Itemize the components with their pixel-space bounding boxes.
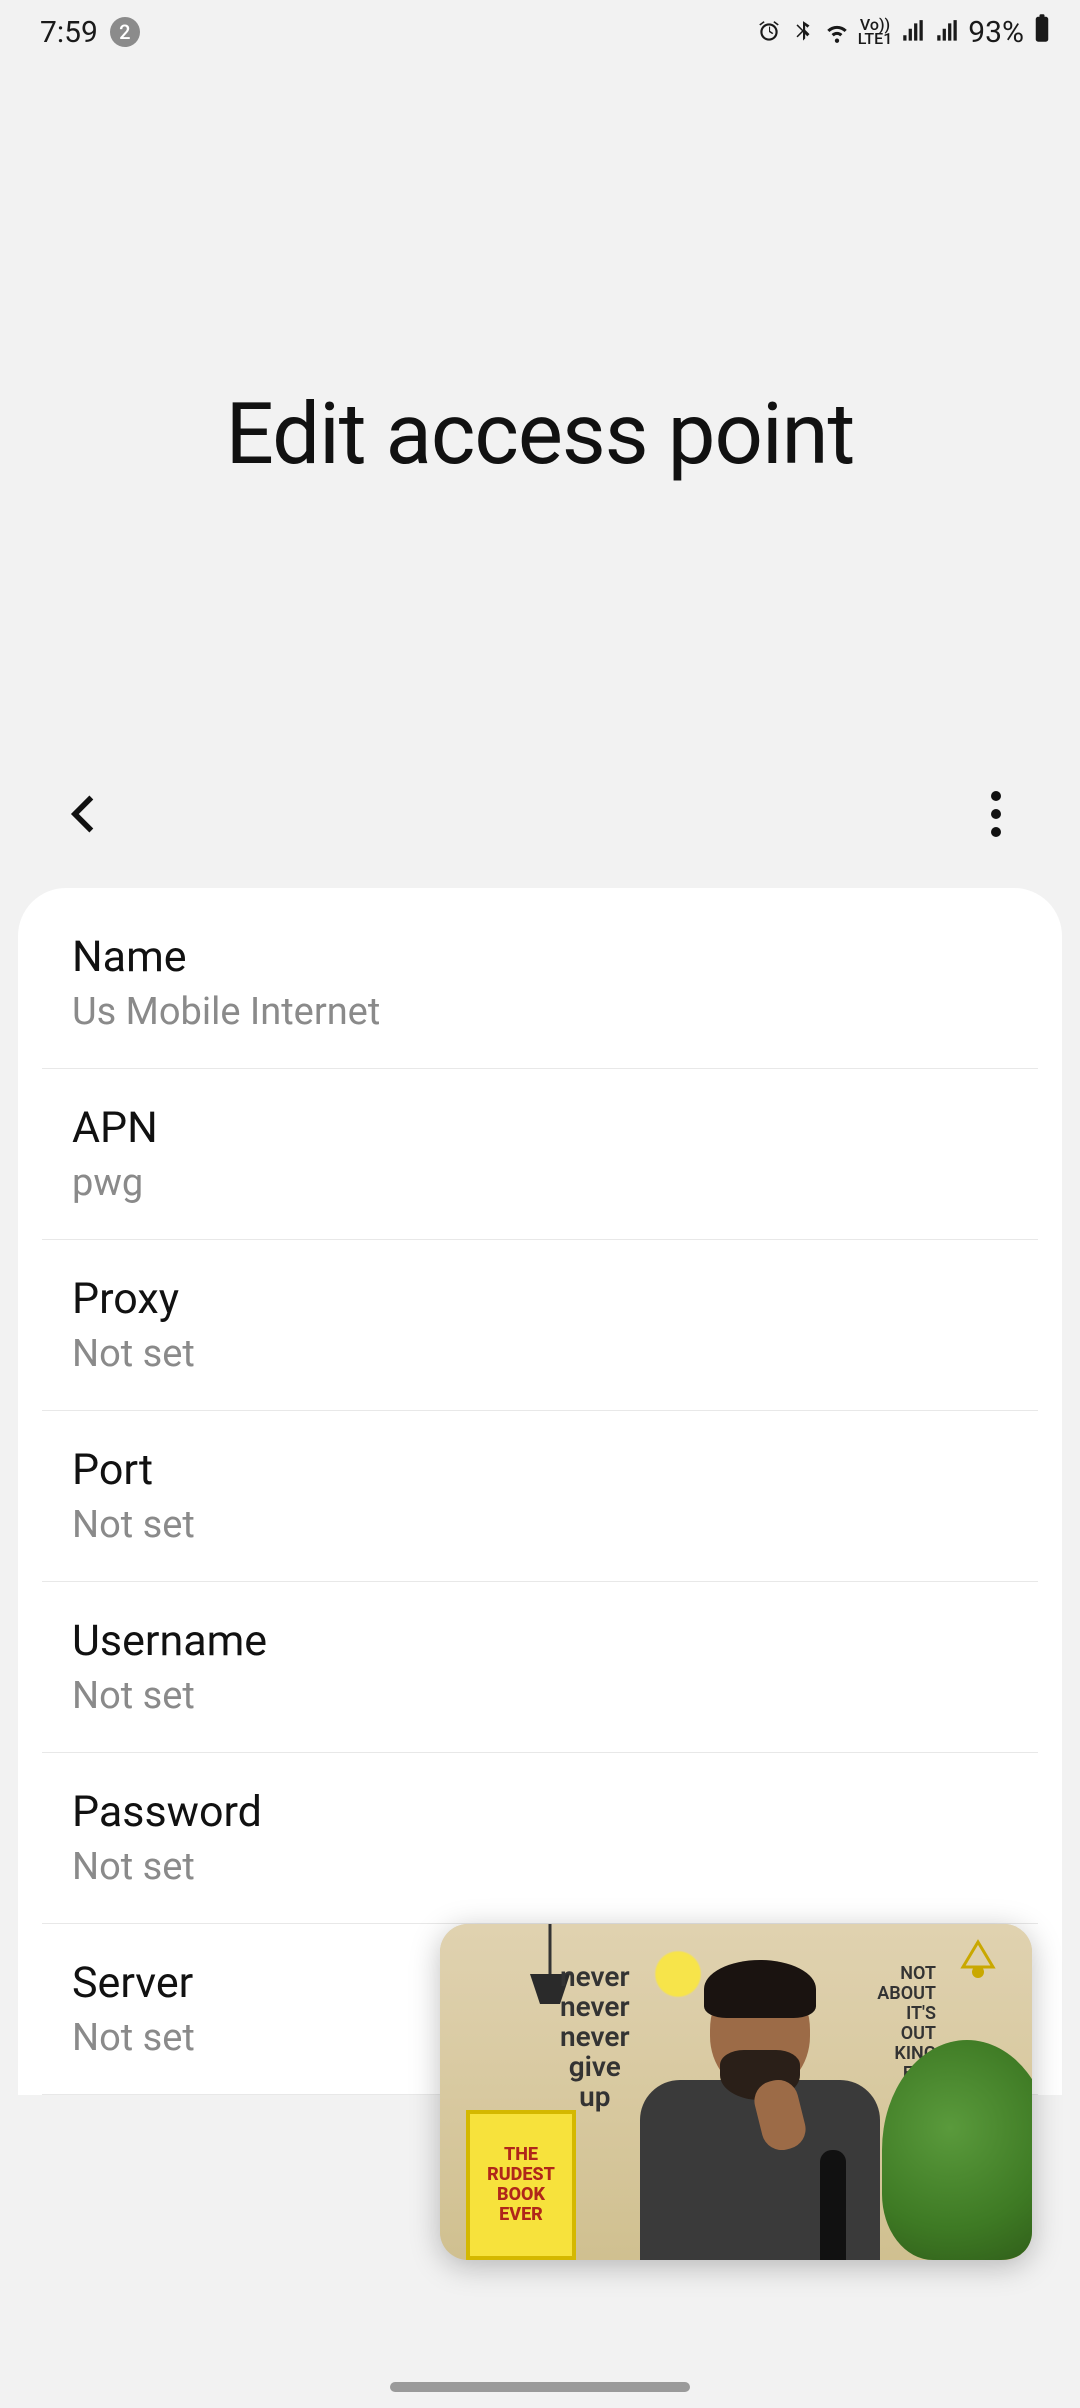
status-bar-left: 7:59 2 (40, 15, 140, 50)
setting-row-username[interactable]: Username Not set (42, 1582, 1038, 1753)
lightbulb-icon (948, 1932, 1008, 1996)
pip-video-content: never never never give up NOT ABOUT IT'S… (440, 1924, 1032, 2260)
setting-value: Not set (72, 1674, 1008, 1718)
volte-indicator: Vo)) LTE1 (858, 18, 893, 46)
back-button[interactable] (48, 778, 120, 850)
person-figure (620, 1960, 900, 2260)
setting-row-name[interactable]: Name Us Mobile Internet (42, 888, 1038, 1069)
notification-count-badge: 2 (110, 17, 140, 47)
setting-label: APN (72, 1103, 1008, 1153)
setting-value: pwg (72, 1161, 1008, 1205)
navigation-handle[interactable] (390, 2382, 690, 2392)
more-vertical-icon (990, 790, 1002, 838)
book-cover: THE RUDEST BOOK EVER (466, 2110, 576, 2260)
more-options-button[interactable] (960, 778, 1032, 850)
setting-row-port[interactable]: Port Not set (42, 1411, 1038, 1582)
wifi-icon (824, 19, 850, 45)
setting-value: Not set (72, 1332, 1008, 1376)
battery-icon (1032, 13, 1052, 51)
toolbar (0, 764, 1080, 864)
microphone-icon (820, 2150, 846, 2260)
setting-label: Password (72, 1787, 1008, 1837)
setting-label: Proxy (72, 1274, 1008, 1324)
signal-icon-2 (934, 19, 960, 45)
setting-row-apn[interactable]: APN pwg (42, 1069, 1038, 1240)
setting-row-proxy[interactable]: Proxy Not set (42, 1240, 1038, 1411)
setting-label: Name (72, 932, 1008, 982)
settings-card: Name Us Mobile Internet APN pwg Proxy No… (18, 888, 1062, 2095)
status-bar: 7:59 2 Vo)) LTE1 93% (0, 0, 1080, 64)
setting-value: Not set (72, 1503, 1008, 1547)
setting-value: Us Mobile Internet (72, 990, 1008, 1034)
setting-label: Username (72, 1616, 1008, 1666)
page-title: Edit access point (0, 384, 1080, 484)
chevron-left-icon (62, 792, 106, 836)
setting-value: Not set (72, 1845, 1008, 1889)
status-time: 7:59 (40, 15, 98, 50)
book-title: THE RUDEST BOOK EVER (487, 2145, 555, 2225)
setting-row-password[interactable]: Password Not set (42, 1753, 1038, 1924)
alarm-icon (756, 19, 782, 45)
setting-label: Port (72, 1445, 1008, 1495)
battery-percent: 93% (968, 15, 1024, 50)
signal-icon-1 (900, 19, 926, 45)
header-area: Edit access point (0, 64, 1080, 764)
bluetooth-icon (790, 19, 816, 45)
pip-video-overlay[interactable]: never never never give up NOT ABOUT IT'S… (440, 1924, 1032, 2260)
status-bar-right: Vo)) LTE1 93% (756, 13, 1052, 51)
